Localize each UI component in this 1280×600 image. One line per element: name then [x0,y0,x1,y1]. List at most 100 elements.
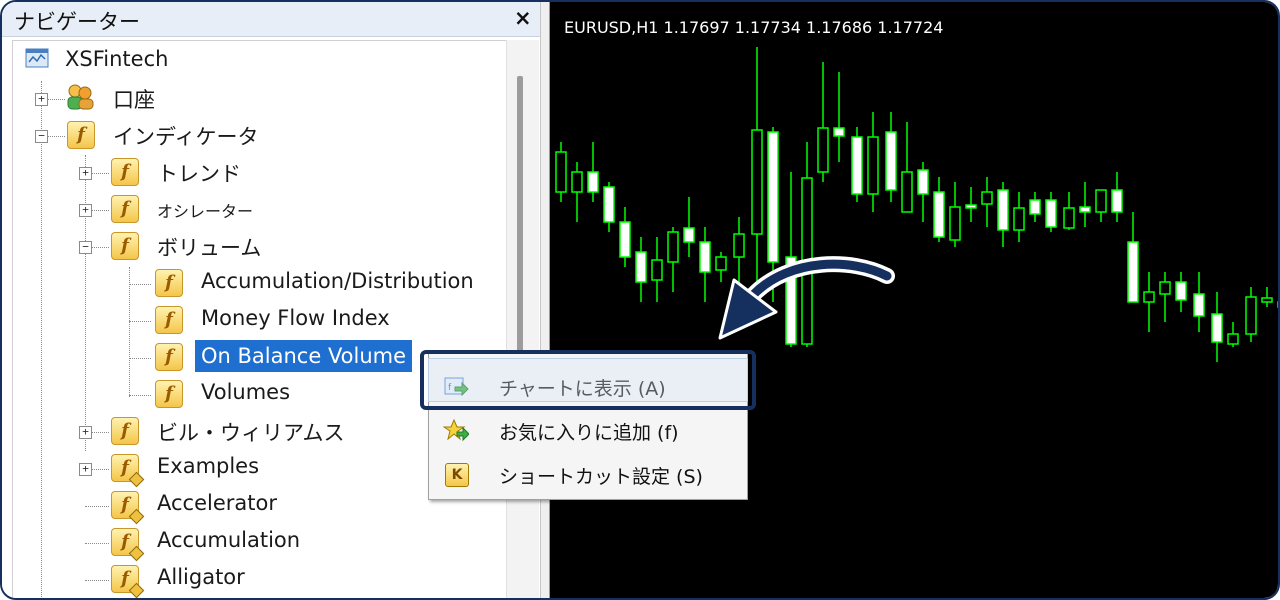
custom-indicator-icon: f [111,454,145,488]
indicator-folder-icon: f [111,232,139,260]
candle-body [997,189,1009,231]
tree-item-volumes[interactable]: f Volumes [101,376,401,410]
candlestick-series [555,47,1278,362]
tree-item-accounts[interactable]: + 口座 [13,80,313,114]
tree-item-examples[interactable]: + f Examples [57,450,357,488]
candle-body [587,171,599,193]
candle-body [1159,281,1171,295]
price-chart[interactable]: EURUSD,H1 1.17697 1.17734 1.17686 1.1772… [550,2,1278,598]
expand-icon[interactable]: + [79,204,92,217]
tree-connector [41,81,42,598]
close-icon[interactable]: × [514,6,532,30]
collapse-icon[interactable]: − [35,130,48,143]
shortcut-key-icon: K [445,463,469,487]
indicator-folder-icon: f [111,158,139,186]
tree-item-accumulation-distribution[interactable]: f Accumulation/Distribution [101,265,501,299]
indicator-folder-icon: f [111,195,139,223]
indicator-icon: f [155,306,183,334]
menu-item-shortcut-settings[interactable]: K ショートカット設定 (S) [429,453,747,497]
candle-body [1227,333,1239,345]
screenshot-frame: ナビゲーター × XSFintech + 口座 − f インディケータ + f … [0,0,1280,600]
candle-body [751,129,763,235]
navigator-title: ナビゲーター [14,10,140,34]
broker-icon [25,48,49,68]
tree-item-label: Accelerator [157,491,277,515]
navigator-tree: XSFintech + 口座 − f インディケータ + f トレンド + f … [12,40,507,598]
curved-arrow-icon [718,256,895,340]
scrollbar-thumb[interactable] [517,76,523,356]
candle-body [667,231,679,263]
custom-indicator-icon: f [111,528,145,562]
tree-item-label: ビル・ウィリアムス [157,421,345,445]
menu-item-add-favorites[interactable]: お気に入りに追加 (f) [429,409,747,453]
candle-body [917,169,929,195]
tree-item-label-selected: On Balance Volume [195,340,413,372]
candle-body [1095,189,1107,213]
candle-body [949,206,961,241]
candle-body [603,186,615,223]
candle-body [1175,281,1187,301]
tree-item-oscillators[interactable]: + f オシレーター [57,191,357,225]
tree-item-accelerator[interactable]: f Accelerator [57,487,357,525]
candle-body [1063,207,1075,229]
favorite-star-icon [443,419,469,442]
collapse-icon[interactable]: − [79,241,92,254]
tree-item-label: インディケータ [113,125,259,149]
tree-item-trend[interactable]: + f トレンド [57,154,357,188]
menu-item-label: ショートカット設定 (S) [499,466,703,488]
indicator-icon: f [155,269,183,297]
candle-body [1029,199,1041,215]
accounts-icon [67,84,94,110]
candle-body [555,151,567,193]
tree-item-label: トレンド [157,162,241,186]
candle-body [651,259,663,281]
vertical-scrollbar[interactable] [506,40,539,598]
tree-item-label: 口座 [113,88,155,112]
candle-body [981,191,993,205]
candle-body [885,131,897,191]
tree-item-alligator[interactable]: f Alligator [57,561,357,598]
candle-body [933,191,945,238]
candle-body [1013,207,1025,231]
expand-icon[interactable]: + [79,463,92,476]
tree-item-label: Accumulation/Distribution [201,269,474,293]
candle-body [1261,297,1273,303]
tree-item-label: Volumes [201,380,291,404]
tree-item-accumulation[interactable]: f Accumulation [57,524,357,562]
expand-icon[interactable]: + [79,167,92,180]
candle-body [867,136,879,195]
tree-item-label: ボリューム [157,236,262,260]
expand-icon[interactable]: + [35,93,48,106]
panel-splitter[interactable] [540,2,550,598]
indicator-icon: f [155,380,183,408]
tree-item-broker[interactable]: XSFintech [13,43,313,77]
tree-item-label: Examples [157,454,260,478]
indicator-folder-icon: f [67,121,95,149]
tree-item-label: Accumulation [157,528,301,552]
candle-body [817,127,829,173]
candle-body [851,136,863,195]
custom-indicator-icon: f [111,491,145,525]
candle-body [1211,313,1223,343]
candle-body [1127,241,1139,303]
menu-item-highlight-frame [420,350,756,410]
tree-item-money-flow-index[interactable]: f Money Flow Index [101,302,501,336]
tree-item-volumes-folder[interactable]: − f ボリューム [57,228,357,262]
expand-icon[interactable]: + [79,426,92,439]
tree-item-label: Alligator [157,565,245,589]
navigator-title-bar: ナビゲーター × [2,2,540,37]
tree-item-indicators[interactable]: − f インディケータ [13,117,313,151]
tree-item-label: XSFintech [65,47,169,71]
candle-body [683,227,695,243]
candle-body [1045,199,1057,228]
tree-item-bill-williams[interactable]: + f ビル・ウィリアムス [57,413,357,447]
candle-body [1193,293,1205,317]
candle-body [571,171,583,193]
tree-item-label: オシレーター [157,202,254,221]
candle-body [1111,189,1123,213]
candle-body [833,127,845,137]
candle-body [1079,206,1091,213]
candle-body [767,131,779,263]
candle-body [1143,291,1155,303]
candle-body [635,251,647,283]
